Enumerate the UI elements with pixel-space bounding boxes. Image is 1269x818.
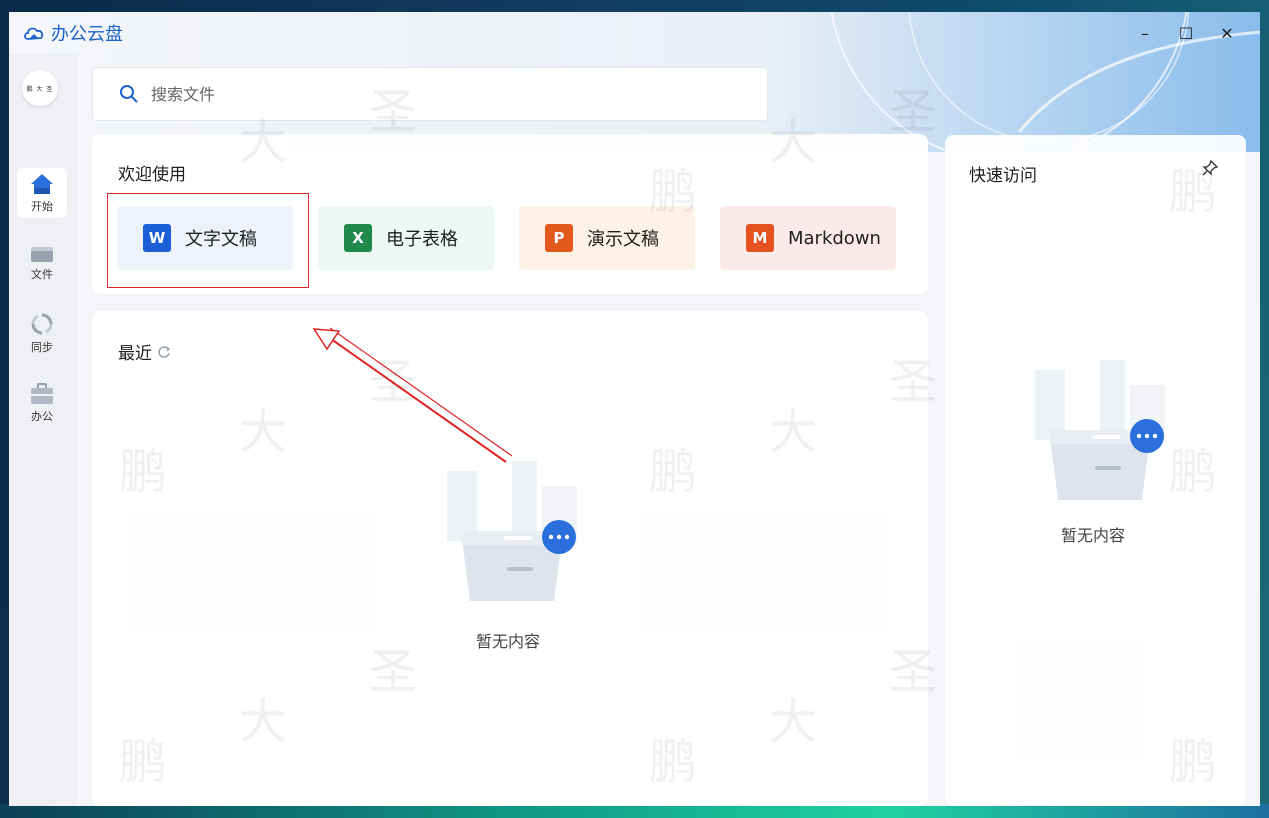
sidebar-item-label: 办公 [31,409,53,423]
quick-access-card: 快速访问 暂无内容 [945,135,1246,806]
welcome-title: 欢迎使用 [118,165,186,185]
sidebar-item-label: 同步 [31,340,53,354]
sync-icon [31,313,53,334]
sidebar-item-label: 文件 [31,267,53,281]
annotation-highlight-box [107,193,309,288]
new-markdown-button[interactable]: M Markdown [720,206,896,270]
quick-access-empty-text: 暂无内容 [1061,526,1126,545]
quick-access-title: 快速访问 [969,166,1037,186]
maximize-button[interactable]: ☐ [1166,12,1206,54]
recent-card: 最近 暂无内容 [92,311,928,806]
close-icon: ✕ [1220,23,1234,43]
powerpoint-icon: P [545,224,573,252]
avatar-text: 鹏 大 圣 [26,85,54,93]
app-window: 办公云盘 – ☐ ✕ 鹏 大 圣 开始 文件 同步 办公 搜索文件 欢迎使用 W… [9,12,1260,806]
empty-box-illustration [447,461,577,601]
minimize-icon: – [1141,23,1149,43]
sidebar-item-office[interactable]: 办公 [17,378,67,428]
app-title: 办公云盘 [51,24,123,45]
app-logo: 办公云盘 [23,20,123,46]
tile-label: Markdown [788,227,881,249]
sidebar-item-sync[interactable]: 同步 [17,308,67,358]
home-icon [31,173,53,194]
tile-label: 电子表格 [386,229,458,250]
watermark: 圣 [889,84,938,140]
sidebar-item-start[interactable]: 开始 [17,168,67,218]
search-icon [120,85,138,103]
search-box[interactable] [92,67,768,121]
recent-header: 最近 [118,339,171,364]
close-button[interactable]: ✕ [1207,12,1247,54]
desktop-background [0,804,1269,818]
new-spreadsheet-button[interactable]: X 电子表格 [318,206,494,270]
pin-icon[interactable] [1201,159,1219,177]
sidebar-item-files[interactable]: 文件 [17,238,67,288]
empty-box-illustration [1035,360,1165,500]
excel-icon: X [344,224,372,252]
cloud-icon [24,27,44,40]
sidebar-item-label: 开始 [31,199,53,213]
minimize-button[interactable]: – [1125,12,1165,54]
briefcase-icon [31,382,53,404]
new-presentation-button[interactable]: P 演示文稿 [519,206,695,270]
folder-icon [31,246,53,262]
avatar[interactable]: 鹏 大 圣 [22,70,58,106]
refresh-icon[interactable] [157,345,171,359]
markdown-icon: M [746,224,774,252]
sidebar: 鹏 大 圣 开始 文件 同步 办公 [9,54,77,806]
recent-title: 最近 [118,344,152,364]
tile-label: 演示文稿 [587,229,659,250]
title-bar: 办公云盘 – ☐ ✕ [9,12,1260,54]
search-input[interactable] [149,83,713,105]
maximize-icon: ☐ [1178,23,1194,43]
recent-empty-text: 暂无内容 [476,632,541,651]
